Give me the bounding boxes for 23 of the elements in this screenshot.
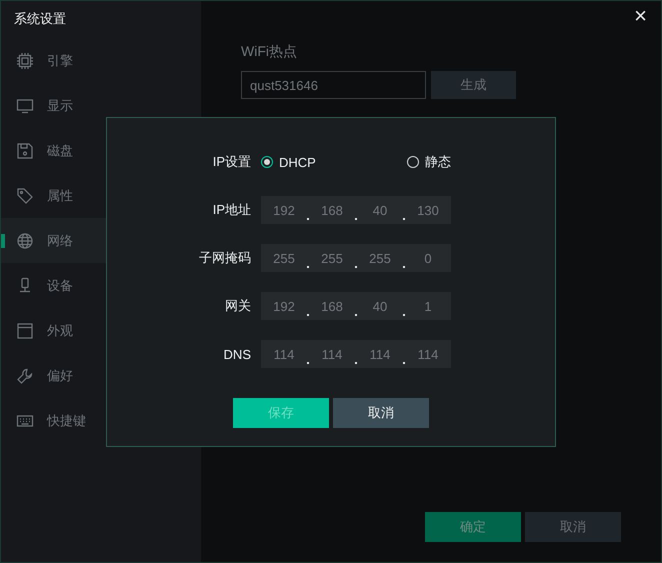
field-label: 网关 <box>224 297 251 315</box>
octet-value: 114 <box>320 346 344 362</box>
octet-value: 0 <box>423 250 433 266</box>
octet-value: 114 <box>368 346 392 362</box>
field-label: 子网掩码 <box>198 249 251 267</box>
octet-value: 114 <box>272 346 296 362</box>
field-label: IP地址 <box>212 201 251 219</box>
field-label: IP设置 <box>212 153 251 171</box>
octet-value: 1 <box>423 298 433 314</box>
wifi-label: WiFi热点 <box>241 43 298 61</box>
octet-value: 192 <box>272 298 296 314</box>
octet-value: 168 <box>320 202 344 218</box>
octet-value: 40 <box>372 202 388 218</box>
octet-value: 114 <box>416 346 440 362</box>
octet-value: 130 <box>416 202 440 218</box>
window-title: 系统设置 <box>13 10 67 28</box>
octet-value: 168 <box>320 298 344 314</box>
field-label: DNS <box>222 346 251 362</box>
octet-value: 40 <box>372 298 388 314</box>
octet-value: 255 <box>368 250 392 266</box>
octet-value: 192 <box>272 202 296 218</box>
octet-value: 255 <box>320 250 344 266</box>
octet-value: 255 <box>272 250 296 266</box>
